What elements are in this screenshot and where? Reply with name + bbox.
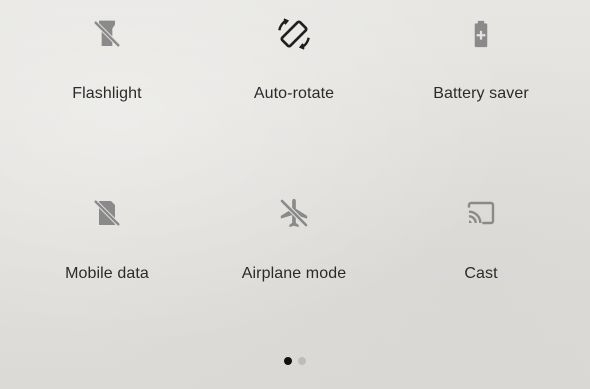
- auto-rotate-icon: [276, 16, 312, 52]
- battery-saver-label: Battery saver: [433, 85, 529, 102]
- airplane-mode-label: Airplane mode: [241, 265, 347, 282]
- flashlight-off-icon: [89, 16, 125, 52]
- battery-saver-icon: [463, 16, 499, 52]
- auto-rotate-tile[interactable]: Auto-rotate: [199, 2, 389, 122]
- airplane-mode-tile[interactable]: Airplane mode: [199, 181, 389, 301]
- page-dot-2[interactable]: [298, 357, 306, 365]
- mobile-data-tile[interactable]: Mobile data: [12, 181, 202, 301]
- mobile-data-off-icon: [89, 195, 125, 231]
- airplane-mode-off-icon: [276, 195, 312, 231]
- quick-settings-panel: Flashlight Auto-rotate Battery saver Mob…: [0, 0, 590, 389]
- page-indicator: [0, 357, 590, 365]
- mobile-data-label: Mobile data: [65, 265, 149, 282]
- auto-rotate-label: Auto-rotate: [253, 85, 335, 102]
- cast-icon: [463, 195, 499, 231]
- battery-saver-tile[interactable]: Battery saver: [386, 2, 576, 122]
- page-dot-1[interactable]: [284, 357, 292, 365]
- flashlight-tile[interactable]: Flashlight: [12, 2, 202, 122]
- flashlight-label: Flashlight: [72, 85, 142, 102]
- cast-label: Cast: [464, 265, 498, 282]
- cast-tile[interactable]: Cast: [386, 181, 576, 301]
